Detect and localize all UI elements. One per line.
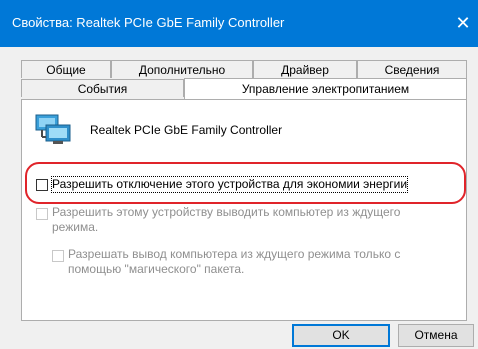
magic-packet-label-line1: Разрешать вывод компьютера из ждущего ре… xyxy=(68,247,401,261)
tab-power-management[interactable]: Управление электропитанием xyxy=(184,78,467,99)
tab-events[interactable]: События xyxy=(21,79,184,97)
network-adapter-icon xyxy=(34,113,74,150)
allow-power-off-label[interactable]: Разрешить отключение этого устройства дл… xyxy=(50,176,409,193)
allow-wake-checkbox[interactable] xyxy=(36,208,48,220)
allow-power-off-checkbox[interactable] xyxy=(36,179,48,191)
tab-details[interactable]: Сведения xyxy=(357,60,467,78)
ok-button[interactable]: OK xyxy=(292,324,390,347)
window-title: Свойства: Realtek PCIe GbE Family Contro… xyxy=(12,15,285,30)
tab-general[interactable]: Общие xyxy=(21,60,111,78)
allow-wake-label-line2: режима. xyxy=(52,220,99,234)
magic-packet-checkbox[interactable] xyxy=(52,250,64,262)
allow-wake-label-line1: Разрешить этому устройству выводить комп… xyxy=(52,205,401,219)
cancel-button[interactable]: Отмена xyxy=(398,324,474,347)
magic-packet-label-line2: помощью "магического" пакета. xyxy=(68,262,245,276)
device-name: Realtek PCIe GbE Family Controller xyxy=(90,123,283,137)
tab-advanced[interactable]: Дополнительно xyxy=(111,60,253,78)
close-icon[interactable]: ✕ xyxy=(448,0,478,47)
tab-driver[interactable]: Драйвер xyxy=(253,60,357,78)
title-bar: Свойства: Realtek PCIe GbE Family Contro… xyxy=(0,0,478,47)
